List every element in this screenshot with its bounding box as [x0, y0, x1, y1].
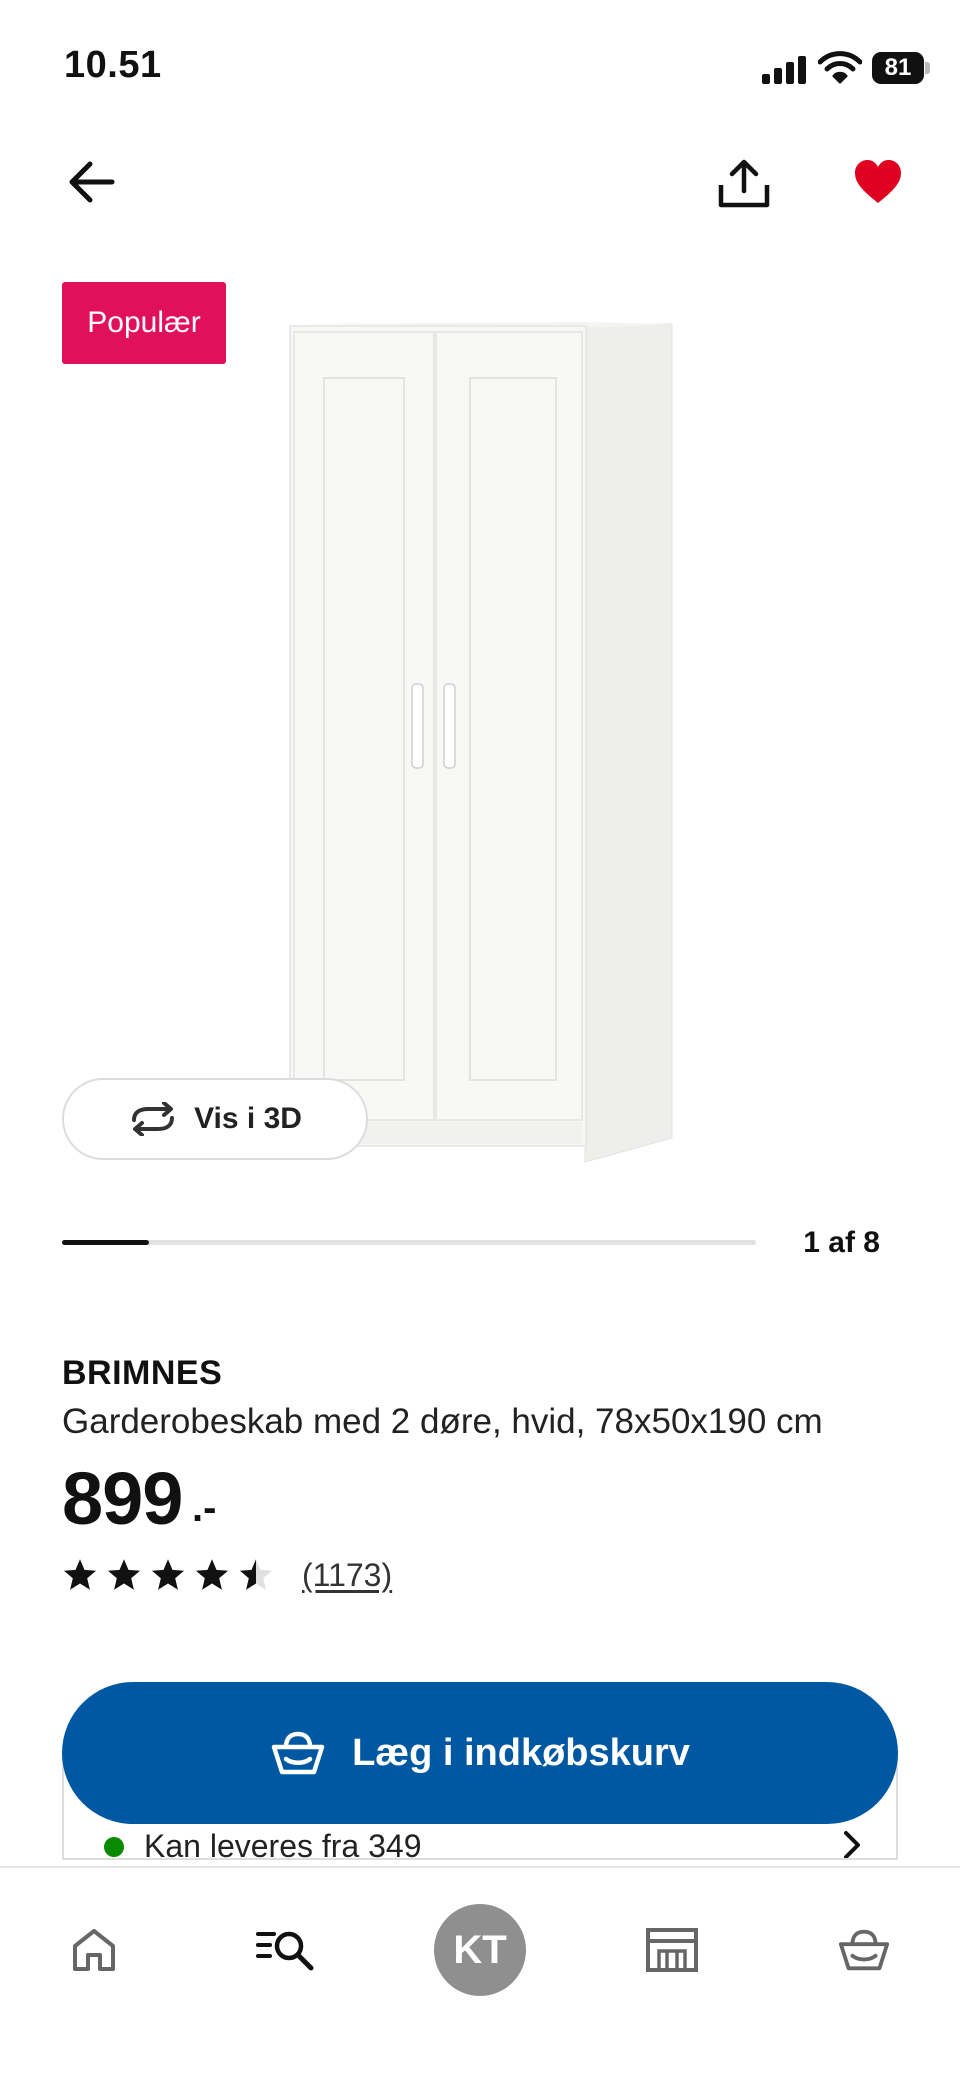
rotate-3d-icon: [132, 1102, 175, 1136]
tab-search[interactable]: [236, 1900, 336, 2000]
star-half-icon: [239, 1559, 273, 1590]
home-icon: [73, 1929, 115, 1971]
share-button[interactable]: [712, 152, 776, 216]
profile-avatar: KT: [434, 1904, 526, 1996]
store-icon: [646, 1928, 698, 1972]
product-name: BRIMNES: [62, 1354, 223, 1392]
tab-home[interactable]: [44, 1900, 144, 2000]
availability-dot-icon: [104, 1836, 124, 1857]
add-to-cart-button[interactable]: Læg i indkøbskurv: [62, 1682, 898, 1824]
review-count-link[interactable]: (1173): [302, 1557, 392, 1594]
view-in-3d-button[interactable]: Vis i 3D: [62, 1078, 368, 1160]
heart-filled-icon: [855, 160, 901, 203]
basket-icon: [271, 1731, 325, 1775]
tab-stores[interactable]: [622, 1900, 722, 2000]
bottom-tab-bar: KT: [0, 1866, 960, 2079]
battery-level: 81: [872, 52, 924, 84]
chevron-right-icon: [844, 1831, 860, 1858]
star-full-icon: [107, 1559, 141, 1590]
delivery-text: Kan leveres fra 349: [144, 1828, 422, 1860]
image-carousel-progress: [62, 1240, 756, 1245]
add-to-cart-label: Læg i indkøbskurv: [352, 1731, 690, 1774]
price: 899: [62, 1457, 183, 1540]
slide-counter: 1 af 8: [803, 1226, 880, 1259]
wifi-icon: [817, 50, 863, 84]
image-carousel-progress-fill: [62, 1240, 149, 1245]
rating[interactable]: (1173): [62, 1556, 392, 1594]
search-list-icon: [256, 1931, 314, 1971]
arrow-left-icon: [69, 161, 115, 203]
battery-icon: 81: [872, 52, 930, 84]
star-full-icon: [195, 1559, 229, 1590]
tab-profile[interactable]: KT: [430, 1900, 530, 2000]
star-full-icon: [151, 1559, 185, 1590]
status-time: 10.51: [64, 44, 162, 86]
tab-basket[interactable]: [814, 1900, 914, 2000]
price-suffix: .-: [192, 1486, 217, 1530]
product-description: Garderobeskab med 2 døre, hvid, 78x50x19…: [62, 1402, 823, 1441]
product-image-wardrobe[interactable]: [280, 310, 700, 1170]
popular-badge: Populær: [62, 282, 226, 364]
back-button[interactable]: [60, 150, 124, 214]
star-full-icon: [63, 1559, 97, 1590]
favorite-button[interactable]: [846, 150, 910, 214]
view-in-3d-label: Vis i 3D: [194, 1102, 302, 1135]
basket-icon: [838, 1929, 890, 1971]
share-icon: [718, 159, 770, 208]
cellular-signal-icon: [762, 56, 806, 84]
